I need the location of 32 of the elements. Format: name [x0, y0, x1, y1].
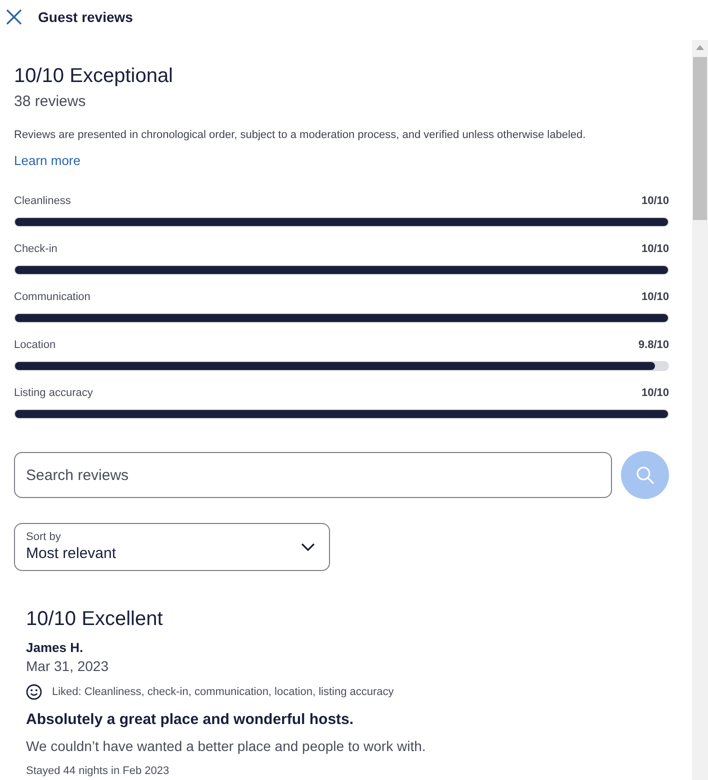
reviewer-name: James H.: [26, 640, 84, 656]
scroll-up-arrow-icon[interactable]: [696, 45, 704, 50]
stay-info: Stayed 44 nights in Feb 2023: [26, 764, 170, 779]
rating-label: Check-in: [14, 242, 58, 257]
scrollbar-thumb[interactable]: [693, 57, 707, 220]
smiley-icon: [26, 684, 42, 700]
review-text: We couldn’t have wanted a better place and people to work with.: [26, 737, 426, 755]
liked-aspects: Liked: Cleanliness, check-in, communication, location, listing accuracy: [52, 685, 394, 700]
rating-value: 10/10: [641, 290, 669, 305]
review-count: 38 reviews: [14, 92, 86, 112]
rating-value: 10/10: [641, 386, 669, 401]
chevron-down-icon: [301, 543, 315, 551]
close-icon: [6, 9, 22, 25]
dialog-title: Guest reviews: [38, 8, 133, 26]
rating-value: 10/10: [641, 242, 669, 257]
review-date: Mar 31, 2023: [26, 657, 108, 675]
rating-label: Cleanliness: [14, 194, 71, 209]
rating-value: 9.8/10: [638, 338, 669, 353]
search-button[interactable]: [621, 451, 669, 499]
search-field[interactable]: Search reviews: [14, 452, 612, 498]
disclaimer-text: Reviews are presented in chronological order, subject to a moderation process, and verified unless otherwise labeled.: [14, 128, 586, 143]
search-icon: [636, 466, 654, 484]
learn-more-link[interactable]: Learn more: [14, 152, 80, 170]
rating-label: Listing accuracy: [14, 386, 93, 401]
rating-label: Location: [14, 338, 56, 353]
review-score: 10/10 Excellent: [26, 607, 163, 631]
rating-value: 10/10: [641, 194, 669, 209]
close-button[interactable]: [6, 9, 22, 25]
overall-score: 10/10 Exceptional: [14, 64, 174, 88]
rating-label: Communication: [14, 290, 90, 305]
review-title: Absolutely a great place and wonderful hosts.: [26, 710, 354, 730]
sort-dropdown[interactable]: Sort by Most relevant: [14, 523, 330, 571]
